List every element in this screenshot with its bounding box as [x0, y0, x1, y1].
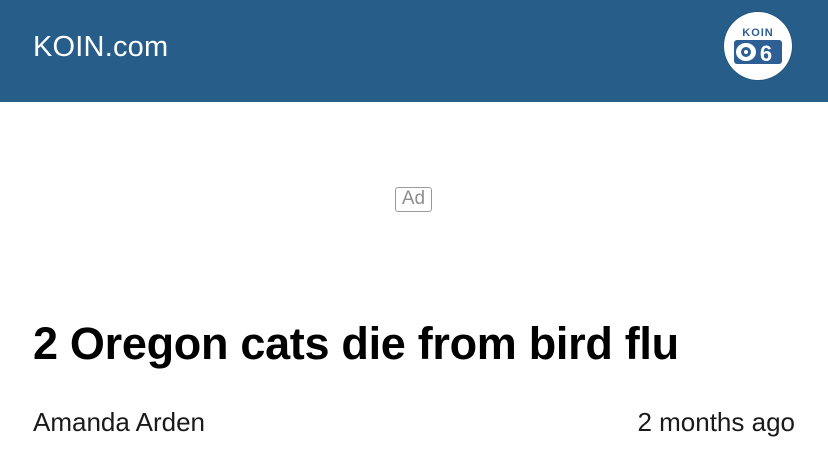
article-timestamp: 2 months ago	[637, 407, 795, 437]
koin-logo-graphic: KOIN 6	[725, 13, 791, 79]
logo-wordmark: KOIN	[742, 27, 774, 39]
logo-channel-number: 6	[760, 41, 772, 66]
koin-6-logo-icon[interactable]: KOIN 6	[724, 12, 792, 80]
site-header: KOIN.com KOIN 6	[0, 0, 828, 102]
author-name-link[interactable]: Amanda Arden	[33, 404, 205, 440]
page: KOIN.com KOIN 6 Ad 2 Oregon cats die fro…	[0, 0, 828, 476]
article-headline: 2 Oregon cats die from bird flu	[33, 318, 679, 369]
article-byline: Amanda Arden 2 months ago	[33, 404, 795, 440]
site-name-link[interactable]: KOIN.com	[33, 30, 168, 64]
ad-label: Ad	[395, 187, 432, 212]
